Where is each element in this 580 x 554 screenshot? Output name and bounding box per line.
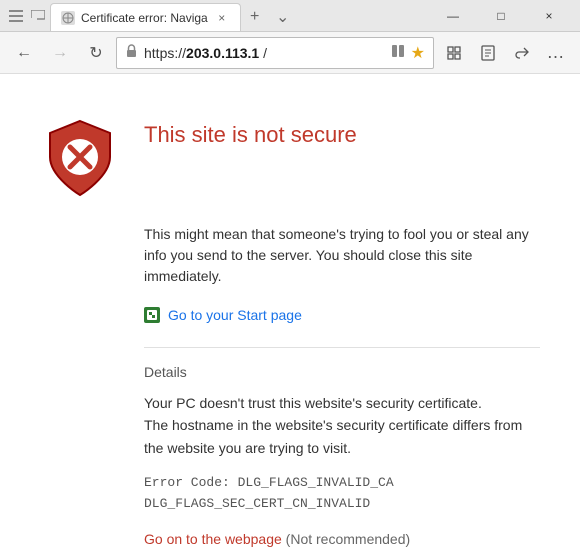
start-page-link[interactable]: Go to your Start page: [144, 307, 540, 323]
details-text-2: The hostname in the website's security c…: [144, 417, 522, 455]
address-text: https://203.0.113.1 /: [144, 45, 385, 61]
error-header: This site is not secure: [40, 114, 540, 204]
error-title-container: This site is not secure: [144, 114, 357, 160]
window-controls: — □ ×: [430, 0, 572, 32]
window-icon: [8, 8, 24, 24]
error-description: This might mean that someone's trying to…: [144, 224, 540, 287]
favorites-icon[interactable]: ★: [411, 43, 425, 63]
notes-button[interactable]: [472, 37, 504, 69]
address-prefix: https://: [144, 45, 186, 61]
address-domain: 203.0.113.1: [186, 45, 259, 61]
minimize-button[interactable]: —: [430, 0, 476, 32]
not-recommended-text: (Not recommended): [282, 531, 410, 547]
lock-icon: [125, 44, 138, 61]
error-title: This site is not secure: [144, 122, 357, 148]
title-bar: Certificate error: Naviga × + ⌄ — □ ×: [0, 0, 580, 32]
active-tab[interactable]: Certificate error: Naviga ×: [50, 3, 241, 31]
error-code-line1: Error Code: DLG_FLAGS_INVALID_CA: [144, 475, 394, 490]
new-tab-button[interactable]: +: [241, 3, 269, 31]
details-text-1: Your PC doesn't trust this website's sec…: [144, 395, 482, 411]
page-content: This site is not secure This might mean …: [0, 74, 580, 554]
title-bar-left: [8, 8, 46, 24]
forward-button[interactable]: →: [44, 37, 76, 69]
details-section: Details Your PC doesn't trust this websi…: [144, 347, 540, 547]
tab-options-button[interactable]: ⌄: [269, 3, 297, 31]
back-button[interactable]: ←: [8, 37, 40, 69]
error-body: This might mean that someone's trying to…: [144, 224, 540, 547]
start-page-icon: [144, 307, 160, 323]
navigation-bar: ← → ↻ https://203.0.113.1 / ★: [0, 32, 580, 74]
address-suffix: /: [259, 45, 267, 61]
share-button[interactable]: [506, 37, 538, 69]
details-heading: Details: [144, 364, 540, 380]
start-page-link-text[interactable]: Go to your Start page: [168, 307, 302, 323]
go-on-link[interactable]: Go on to the webpage: [144, 531, 282, 547]
nav-right-buttons: …: [438, 37, 572, 69]
refresh-button[interactable]: ↻: [80, 37, 112, 69]
error-code-line2: DLG_FLAGS_SEC_CERT_CN_INVALID: [144, 496, 370, 511]
address-icons: ★: [391, 43, 425, 63]
details-text: Your PC doesn't trust this website's sec…: [144, 392, 540, 459]
tab-close-button[interactable]: ×: [214, 10, 230, 26]
more-button[interactable]: …: [540, 37, 572, 69]
error-code-block: Error Code: DLG_FLAGS_INVALID_CA DLG_FLA…: [144, 473, 540, 515]
tab-title: Certificate error: Naviga: [81, 11, 208, 25]
back-page-icon: [30, 8, 46, 24]
shield-icon-container: [40, 114, 120, 204]
shield-icon: [45, 119, 115, 199]
go-on-link-container[interactable]: Go on to the webpage (Not recommended): [144, 531, 540, 547]
address-bar[interactable]: https://203.0.113.1 / ★: [116, 37, 434, 69]
close-button[interactable]: ×: [526, 0, 572, 32]
hub-button[interactable]: [438, 37, 470, 69]
tab-favicon: [61, 11, 75, 25]
maximize-button[interactable]: □: [478, 0, 524, 32]
reader-mode-icon[interactable]: [391, 44, 405, 61]
tab-strip: Certificate error: Naviga × + ⌄: [50, 0, 430, 31]
